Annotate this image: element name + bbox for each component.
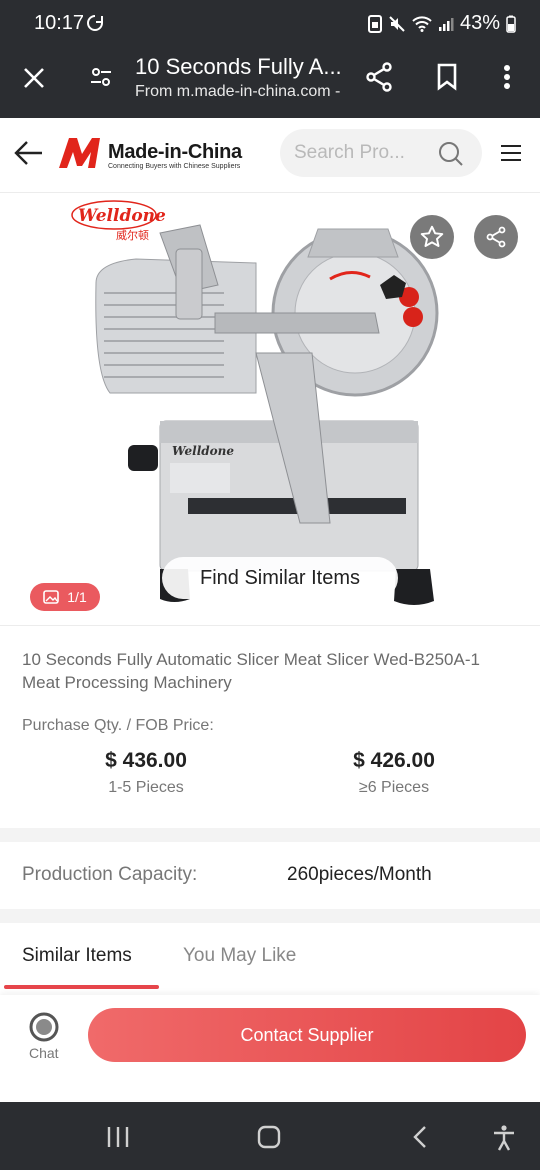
chat-icon [29, 1012, 59, 1042]
status-time: 10:17 [34, 12, 85, 34]
active-tab-indicator [4, 985, 159, 989]
menu-icon[interactable] [500, 144, 522, 162]
section-divider [0, 909, 540, 923]
bookmark-icon[interactable] [436, 63, 458, 91]
search-box[interactable]: Search Pro... [280, 129, 482, 177]
product-title: 10 Seconds Fully Automatic Slicer Meat S… [22, 650, 480, 692]
contact-supplier-button[interactable]: Contact Supplier [88, 1008, 526, 1062]
find-similar-button[interactable]: Find Similar Items [162, 557, 398, 599]
divider [0, 625, 540, 626]
svg-text:Welldone: Welldone [78, 206, 166, 226]
custom-tab-toolbar: 10 Seconds Fully A... From m.made-in-chi… [0, 46, 540, 118]
sync-icon [87, 15, 103, 31]
page-url: From m.made-in-china.com - [135, 83, 341, 100]
favorite-button[interactable] [410, 215, 454, 259]
price-tier-1: $ 436.00 [105, 749, 187, 772]
share-product-button[interactable] [474, 215, 518, 259]
svg-text:威尔顿: 威尔顿 [116, 228, 149, 242]
svg-text:Welldone: Welldone [172, 444, 234, 458]
search-icon[interactable] [438, 141, 464, 167]
product-gallery[interactable]: Welldone 威尔顿 Welldone 1/1 Find Similar I… [0, 193, 540, 625]
battery-percent: 43% [459, 12, 500, 34]
tune-icon[interactable] [88, 64, 114, 90]
image-counter-badge: 1/1 [30, 583, 100, 611]
recents-icon[interactable] [106, 1126, 130, 1148]
price-label: Purchase Qty. / FOB Price: [22, 717, 214, 734]
system-nav-bar [0, 1102, 540, 1170]
status-bar: 10:17 43% [0, 0, 540, 46]
price-tier-2-qty: ≥6 Pieces [358, 779, 430, 796]
capacity-label: Production Capacity: [22, 864, 198, 885]
capacity-value: 260pieces/Month [287, 864, 432, 885]
tab-similar-items[interactable]: Similar Items [22, 945, 132, 967]
chat-label: Chat [29, 1045, 59, 1061]
price-tier-2: $ 426.00 [353, 749, 435, 772]
price-tier-1-qty: 1-5 Pieces [108, 779, 184, 796]
accessibility-icon[interactable] [492, 1124, 516, 1152]
section-divider [0, 828, 540, 842]
image-counter: 1/1 [67, 589, 87, 605]
logo-text: Made-in-China [108, 141, 242, 163]
made-in-china-logo-icon[interactable] [57, 134, 107, 170]
more-vert-icon[interactable] [503, 64, 511, 90]
page-title: 10 Seconds Fully A... [135, 54, 342, 79]
bottom-action-bar: Chat Contact Supplier [0, 995, 540, 1100]
share-icon [486, 226, 506, 248]
image-icon [43, 590, 60, 604]
home-icon[interactable] [257, 1125, 281, 1149]
battery-icon [506, 15, 516, 33]
sim-icon [367, 14, 382, 33]
site-header: Made-in-China Connecting Buyers with Chi… [0, 118, 540, 193]
star-icon [420, 225, 444, 247]
share-icon[interactable] [365, 62, 393, 92]
search-placeholder: Search Pro... [294, 142, 405, 163]
nav-back-icon[interactable] [411, 1125, 429, 1149]
logo-tagline: Connecting Buyers with Chinese Suppliers [108, 163, 241, 170]
signal-icon [438, 17, 454, 31]
mute-icon [389, 15, 405, 32]
back-arrow-icon[interactable] [14, 138, 44, 168]
close-icon[interactable] [22, 66, 46, 90]
status-icons: 43% [367, 12, 516, 35]
wifi-icon [412, 15, 432, 32]
tab-you-may-like[interactable]: You May Like [183, 945, 296, 967]
